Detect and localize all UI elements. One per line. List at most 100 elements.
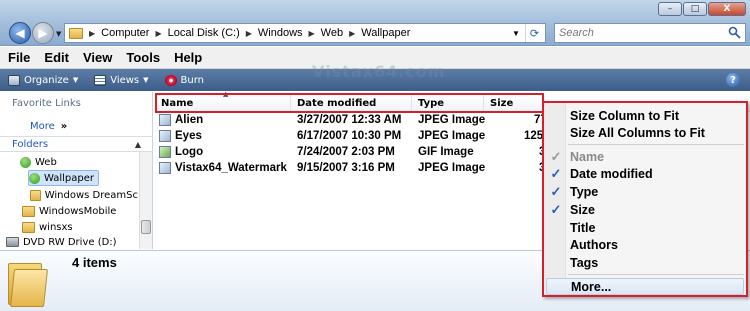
burn-label: Burn [180,74,205,86]
checkmark-icon: ✓ [550,183,562,199]
column-context-menu: Size Column to Fit Size All Columns to F… [542,101,748,297]
views-label: Views [110,74,140,86]
views-icon [94,74,107,86]
search-placeholder: Search [559,27,594,39]
minimize-button[interactable]: – [658,2,682,16]
menu-edit[interactable]: Edit [44,50,69,65]
watermark-text: Vistax64.com [312,62,446,81]
tree-item-windowsmobile[interactable]: WindowsMobile [22,203,116,219]
address-bar[interactable]: ▶ Computer ▶ Local Disk (C:) ▶ Windows ▶… [64,23,546,43]
search-input[interactable]: Search [554,23,746,43]
file-date: 9/15/2007 3:16 PM [297,162,395,174]
navigation-pane: Favorite Links More » Folders ▲ Web Wall… [0,92,153,249]
column-header-highlight-box [155,93,544,113]
tree-item-label: WindowsMobile [39,205,117,217]
file-name: Alien [175,114,204,126]
tree-item-web[interactable]: Web [20,154,57,170]
file-row[interactable]: Alien 3/27/2007 12:33 AM JPEG Image 77 I [159,112,559,128]
close-button[interactable]: X [708,2,746,16]
title-bar: – □ X ◀ ▶ ▼ ▶ Computer ▶ Local Disk (C:)… [0,0,750,46]
menu-item-size-column-to-fit[interactable]: Size Column to Fit [570,107,679,124]
burn-disc-icon [164,74,177,86]
breadcrumb-wallpaper[interactable]: Wallpaper [361,27,410,39]
item-count: 4 items [72,255,117,270]
jpeg-file-icon [159,130,171,142]
navigation-scrollbar[interactable] [139,152,152,249]
folders-label: Folders [12,138,49,150]
recent-pages-dropdown[interactable]: ▼ [56,30,61,38]
gif-file-icon [159,146,171,158]
file-type: JPEG Image [418,130,486,142]
breadcrumb-computer[interactable]: Computer [101,27,149,39]
checkmark-icon: ✓ [550,201,562,217]
breadcrumb-web[interactable]: Web [321,27,343,39]
organize-label: Organize [24,74,69,86]
chevron-up-icon: ▲ [134,139,141,149]
green-arrow-icon [29,172,40,184]
forward-arrow-icon: ▶ [38,26,48,40]
chevron-down-icon: ▼ [143,76,149,84]
forward-button[interactable]: ▶ [32,22,54,44]
large-folder-icon [8,259,50,307]
file-name: Logo [175,146,204,158]
file-row[interactable]: Logo 7/24/2007 2:03 PM GIF Image 3 I [159,144,559,160]
breadcrumb-separator-icon[interactable]: ▶ [155,29,161,38]
tree-item-winsxs[interactable]: winsxs [22,219,73,235]
address-history-dropdown[interactable]: ▼ [509,24,523,42]
double-chevron-icon: » [60,121,68,132]
menu-item-title[interactable]: Title [570,219,595,236]
burn-button[interactable]: Burn [164,74,205,86]
menu-tools[interactable]: Tools [126,50,160,65]
help-icon[interactable]: ? [726,73,740,87]
breadcrumb-separator-icon[interactable]: ▶ [349,29,355,38]
window-controls: – □ X [658,2,746,16]
tree-item-wallpaper[interactable]: Wallpaper [28,170,100,186]
menu-file[interactable]: File [8,50,30,65]
refresh-icon[interactable]: ⟳ [525,24,543,42]
views-button[interactable]: Views ▼ [94,74,149,86]
tree-item-windows-dreamscene[interactable]: Windows DreamSc [30,187,138,203]
scrollbar-thumb[interactable] [141,220,151,234]
menu-separator [568,274,744,275]
menu-item-size-all-columns-to-fit[interactable]: Size All Columns to Fit [570,124,705,141]
menu-item-authors[interactable]: Authors [570,236,618,253]
tree-item-label: Windows DreamSc [44,189,138,201]
back-button[interactable]: ◀ [9,22,31,44]
back-arrow-icon: ◀ [15,26,25,40]
breadcrumb-separator-icon[interactable]: ▶ [246,29,252,38]
tree-item-label: winsxs [39,221,73,233]
menu-separator [568,144,744,145]
checkmark-icon: ✓ [550,165,562,181]
more-links-button[interactable]: More » [30,121,67,132]
file-name: Eyes [175,130,202,142]
file-type: JPEG Image [418,114,486,126]
breadcrumb-local-disk[interactable]: Local Disk (C:) [168,27,240,39]
chevron-down-icon: ▼ [72,76,79,84]
favorite-links-heading: Favorite Links [12,98,81,109]
file-name: Vistax64_Watermark [175,162,287,174]
menu-item-size[interactable]: Size [570,201,595,218]
more-label: More [30,121,55,132]
folder-icon [30,189,41,201]
menu-help[interactable]: Help [174,50,202,65]
maximize-button[interactable]: □ [683,2,707,16]
tree-item-label: Wallpaper [44,172,95,184]
menu-view[interactable]: View [83,50,112,65]
menu-item-more[interactable]: More... [546,278,744,295]
organize-button[interactable]: Organize ▼ [8,74,79,86]
menu-item-type[interactable]: Type [570,183,598,200]
file-row[interactable]: Vistax64_Watermark 9/15/2007 3:16 PM JPE… [159,160,559,176]
checkmark-icon: ✓ [550,148,562,164]
menu-item-name: Name [570,149,605,164]
menu-item-tags[interactable]: Tags [570,254,598,271]
tree-item-dvd-drive[interactable]: DVD RW Drive (D:) [6,234,117,250]
folders-header[interactable]: Folders ▲ [0,136,153,152]
menu-item-date-modified[interactable]: Date modified [570,165,653,182]
file-row[interactable]: Eyes 6/17/2007 10:30 PM JPEG Image 125 I [159,128,559,144]
breadcrumb-separator-icon[interactable]: ▶ [309,29,315,38]
green-arrow-icon [20,156,31,168]
search-icon[interactable] [728,26,741,39]
breadcrumb-separator-icon[interactable]: ▶ [89,29,95,38]
breadcrumb-windows[interactable]: Windows [258,27,303,39]
file-type: GIF Image [418,146,474,158]
